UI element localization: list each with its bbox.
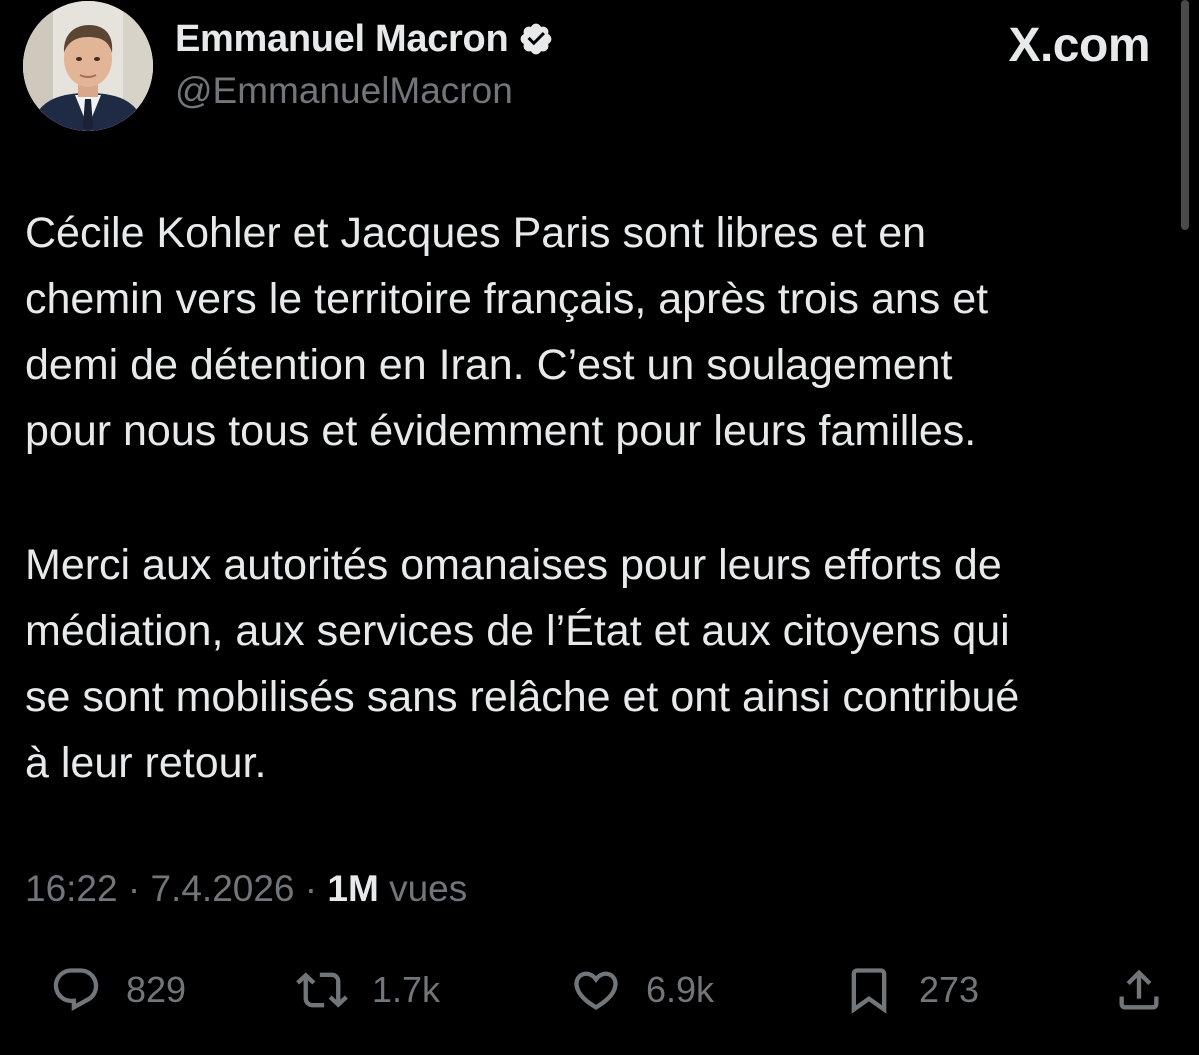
avatar[interactable] — [23, 1, 153, 131]
tweet-line: médiation, aux services de l’État et aux… — [25, 607, 1010, 655]
tweet-line: à leur retour. — [25, 739, 267, 787]
reply-button[interactable]: 829 — [50, 958, 186, 1022]
tweet-paragraph: Cécile Kohler et Jacques Paris sont libr… — [25, 200, 1175, 464]
display-name[interactable]: Emmanuel Macron — [175, 18, 509, 61]
tweet-line: pour nous tous et évidemment pour leurs … — [25, 407, 977, 455]
bookmark-count: 273 — [919, 969, 980, 1010]
reply-count: 829 — [126, 969, 187, 1010]
tweet-line: Cécile Kohler et Jacques Paris sont libr… — [25, 209, 927, 257]
repost-button[interactable]: 1.7k — [296, 958, 440, 1022]
views-count: 1M — [327, 868, 379, 909]
tweet-meta: 16:22 · 7.4.2026 · 1M vues — [25, 868, 467, 910]
tweet-line: demi de détention en Iran. C’est un soul… — [25, 341, 953, 389]
verified-badge-icon — [521, 23, 552, 55]
bookmark-icon — [851, 968, 887, 1014]
tweet-line: se sont mobilisés sans relâche et ont ai… — [25, 673, 1020, 721]
avatar-photo — [23, 1, 153, 131]
tweet-time[interactable]: 16:22 — [25, 868, 118, 909]
tweet-paragraph: Merci aux autorités omanaises pour leurs… — [25, 532, 1175, 796]
views-label: vues — [389, 868, 468, 909]
action-bar: 829 1.7k 6.9k 273 — [0, 958, 1199, 1028]
tweet-text: Cécile Kohler et Jacques Paris sont libr… — [25, 200, 1175, 796]
tweet-header: Emmanuel Macron @EmmanuelMacron X.com — [23, 0, 1173, 140]
share-button[interactable] — [1113, 958, 1165, 1022]
tweet-date[interactable]: 7.4.2026 — [150, 868, 294, 909]
handle[interactable]: @EmmanuelMacron — [175, 70, 513, 112]
name-row: Emmanuel Macron — [175, 14, 554, 64]
like-icon — [574, 971, 618, 1010]
bookmark-button[interactable]: 273 — [843, 958, 979, 1022]
reply-icon — [53, 968, 99, 1012]
tweet-line: Merci aux autorités omanaises pour leurs… — [25, 541, 1002, 589]
repost-icon — [296, 972, 348, 1008]
like-button[interactable]: 6.9k — [570, 958, 714, 1022]
tweet-line: chemin vers le territoire français, aprè… — [25, 275, 989, 323]
repost-count: 1.7k — [372, 969, 441, 1010]
meta-separator: · — [304, 868, 318, 909]
like-count: 6.9k — [646, 969, 715, 1010]
share-icon — [1119, 969, 1159, 1010]
scrollbar[interactable] — [1181, 0, 1189, 230]
meta-separator: · — [127, 868, 141, 909]
brand-watermark: X.com — [1008, 19, 1150, 72]
